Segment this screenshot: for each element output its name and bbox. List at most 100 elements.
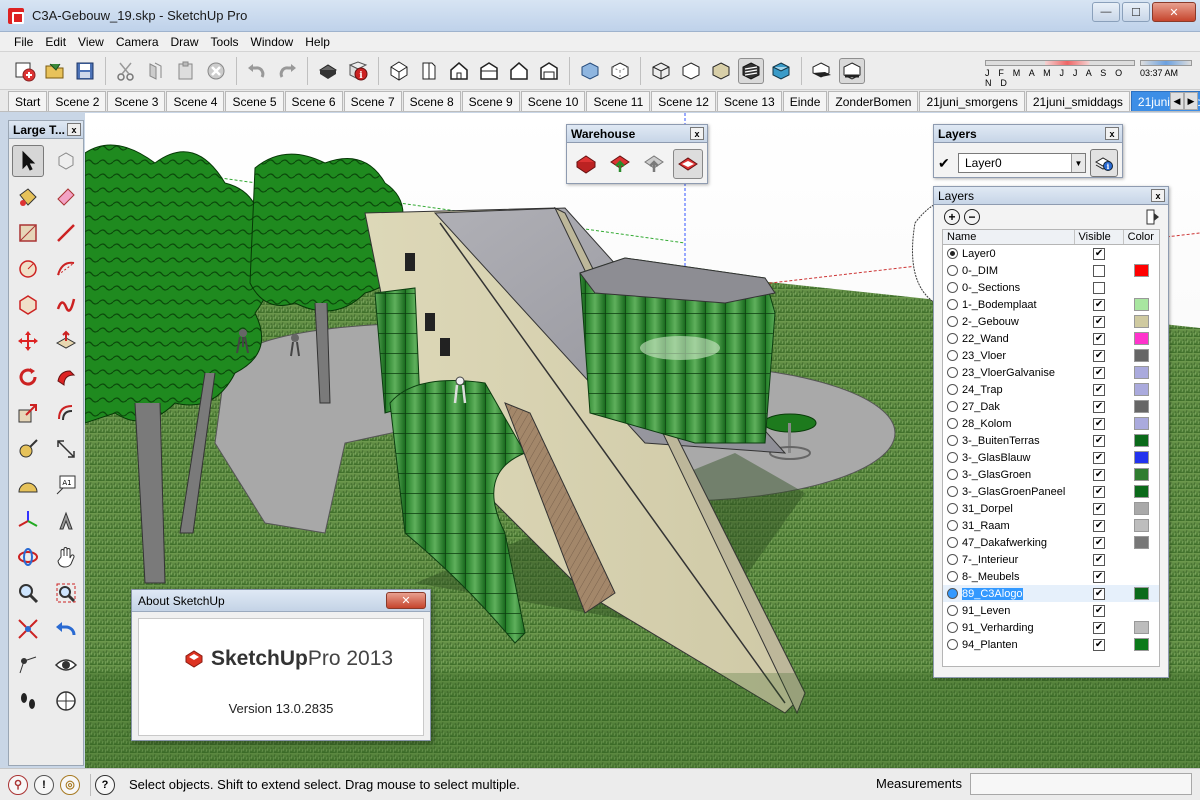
layer-visible-checkbox[interactable]: ✔ [1093, 468, 1106, 481]
layer-row[interactable]: 3-_GlasBlauw ✔ [943, 449, 1159, 466]
paste-icon[interactable] [173, 58, 199, 84]
layer-name-cell[interactable]: 31_Dorpel [943, 503, 1075, 515]
layer-color-swatch[interactable] [1133, 417, 1149, 430]
layer-row[interactable]: 2-_Gebouw ✔ [943, 313, 1159, 330]
layer-name-cell[interactable]: 7-_Interieur [943, 554, 1075, 566]
open-icon[interactable] [42, 58, 68, 84]
active-layer-radio[interactable] [947, 435, 958, 446]
layer-name[interactable]: 89_C3Alogo [962, 587, 1023, 600]
layer-visible-checkbox[interactable]: ✔ [1093, 332, 1106, 345]
layer-name-cell[interactable]: 3-_GlasGroenPaneel [943, 486, 1075, 498]
layer-name[interactable]: 47_Dakafwerking [962, 537, 1047, 549]
warehouse-close-button[interactable]: x [690, 127, 704, 140]
pan-icon[interactable] [50, 541, 82, 573]
active-layer-radio[interactable] [947, 401, 958, 412]
layer-name[interactable]: 0-_Sections [962, 282, 1020, 294]
palette-title-bar[interactable]: Large T... x [9, 121, 83, 139]
model-info-icon[interactable]: i [345, 58, 371, 84]
layer-row[interactable]: 3-_BuitenTerras ✔ [943, 432, 1159, 449]
back-view-icon[interactable] [506, 58, 532, 84]
layer-row[interactable]: 94_Planten ✔ [943, 636, 1159, 653]
layer-name[interactable]: 3-_GlasGroen [962, 469, 1031, 481]
layer-visible-checkbox[interactable]: ✔ [1093, 485, 1106, 498]
minimize-button[interactable]: — [1092, 2, 1120, 22]
layer-color-swatch[interactable] [1133, 536, 1149, 549]
chevron-down-icon[interactable]: ▼ [1071, 154, 1085, 172]
active-layer-radio[interactable] [947, 605, 958, 616]
select-icon[interactable] [12, 145, 44, 177]
menu-draw[interactable]: Draw [165, 35, 205, 49]
rectangle-icon[interactable] [12, 217, 44, 249]
make-component-icon[interactable] [50, 145, 82, 177]
scene-tab[interactable]: 21juni_smiddags [1025, 91, 1130, 111]
share-model-icon[interactable] [605, 149, 635, 179]
active-layer-radio[interactable] [947, 469, 958, 480]
layer-color-swatch[interactable] [1133, 315, 1149, 328]
active-layer-radio[interactable] [947, 622, 958, 633]
layer-row[interactable]: 91_Leven ✔ [943, 602, 1159, 619]
redo-icon[interactable] [274, 58, 300, 84]
menu-tools[interactable]: Tools [205, 35, 245, 49]
layer-visible-checkbox[interactable]: ✔ [1093, 621, 1106, 634]
layer-visible-checkbox[interactable]: ✔ [1093, 587, 1106, 600]
active-layer-radio[interactable] [947, 384, 958, 395]
layer-name-cell[interactable]: 89_C3Alogo [943, 587, 1075, 600]
zoom-icon[interactable] [12, 577, 44, 609]
active-layer-radio[interactable] [947, 486, 958, 497]
layer-name-cell[interactable]: 24_Trap [943, 384, 1075, 396]
layer-name-cell[interactable]: 0-_Sections [943, 282, 1075, 294]
shaded-textures-icon[interactable] [738, 57, 764, 84]
layer-name[interactable]: 2-_Gebouw [962, 316, 1019, 328]
scene-tab[interactable]: Scene 4 [166, 91, 225, 111]
scene-tab[interactable]: Einde [782, 91, 828, 111]
layer-name[interactable]: 91_Verharding [962, 622, 1034, 634]
scene-tab[interactable]: Scene 12 [651, 91, 716, 111]
menu-view[interactable]: View [72, 35, 110, 49]
menu-window[interactable]: Window [245, 35, 300, 49]
rotate-icon[interactable] [12, 361, 44, 393]
follow-me-icon[interactable] [50, 361, 82, 393]
layer-name[interactable]: 3-_GlasGroenPaneel [962, 486, 1065, 498]
scene-tab[interactable]: Scene 3 [107, 91, 166, 111]
previous-view-icon[interactable] [50, 613, 82, 645]
active-layer-radio[interactable] [947, 316, 958, 327]
layer-name[interactable]: 91_Leven [962, 605, 1010, 617]
back-edges-icon[interactable] [607, 58, 633, 84]
menu-edit[interactable]: Edit [39, 35, 72, 49]
layer-visible-checkbox[interactable] [1093, 281, 1106, 294]
paint-bucket-icon[interactable] [12, 181, 44, 213]
layer-row[interactable]: 3-_GlasGroenPaneel ✔ [943, 483, 1159, 500]
right-view-icon[interactable] [476, 58, 502, 84]
menu-file[interactable]: File [8, 35, 39, 49]
layer-row[interactable]: 23_Vloer ✔ [943, 347, 1159, 364]
scene-tab[interactable]: Scene 2 [48, 91, 107, 111]
layer-name-cell[interactable]: 1-_Bodemplaat [943, 299, 1075, 311]
erase-icon[interactable] [203, 58, 229, 84]
menu-help[interactable]: Help [299, 35, 336, 49]
active-layer-radio[interactable] [947, 299, 958, 310]
active-layer-radio[interactable] [947, 333, 958, 344]
zoom-window-icon[interactable] [50, 577, 82, 609]
layer-name[interactable]: 1-_Bodemplaat [962, 299, 1037, 311]
column-header-visible[interactable]: Visible [1075, 230, 1124, 244]
shadow-date-track[interactable] [985, 60, 1135, 66]
scene-tab[interactable]: 21juni_smorgens [919, 91, 1025, 111]
layer-visible-checkbox[interactable]: ✔ [1093, 570, 1106, 583]
share-component-icon[interactable] [639, 149, 669, 179]
get-started-icon[interactable] [12, 58, 38, 84]
column-header-color[interactable]: Color [1124, 230, 1159, 244]
layer-name[interactable]: 3-_BuitenTerras [962, 435, 1040, 447]
dimension-icon[interactable] [50, 433, 82, 465]
layer-visible-checkbox[interactable]: ✔ [1093, 502, 1106, 515]
active-layer-radio[interactable] [947, 571, 958, 582]
front-view-icon[interactable] [446, 58, 472, 84]
active-layer-radio[interactable] [947, 265, 958, 276]
layer-name[interactable]: 8-_Meubels [962, 571, 1019, 583]
active-layer-radio[interactable] [947, 520, 958, 531]
layer-name-cell[interactable]: 22_Wand [943, 333, 1075, 345]
active-layer-radio[interactable] [947, 588, 958, 599]
layer-name-cell[interactable]: 3-_GlasBlauw [943, 452, 1075, 464]
copy-icon[interactable] [143, 58, 169, 84]
layer-name-cell[interactable]: 3-_BuitenTerras [943, 435, 1075, 447]
layer-row[interactable]: 28_Kolom ✔ [943, 415, 1159, 432]
